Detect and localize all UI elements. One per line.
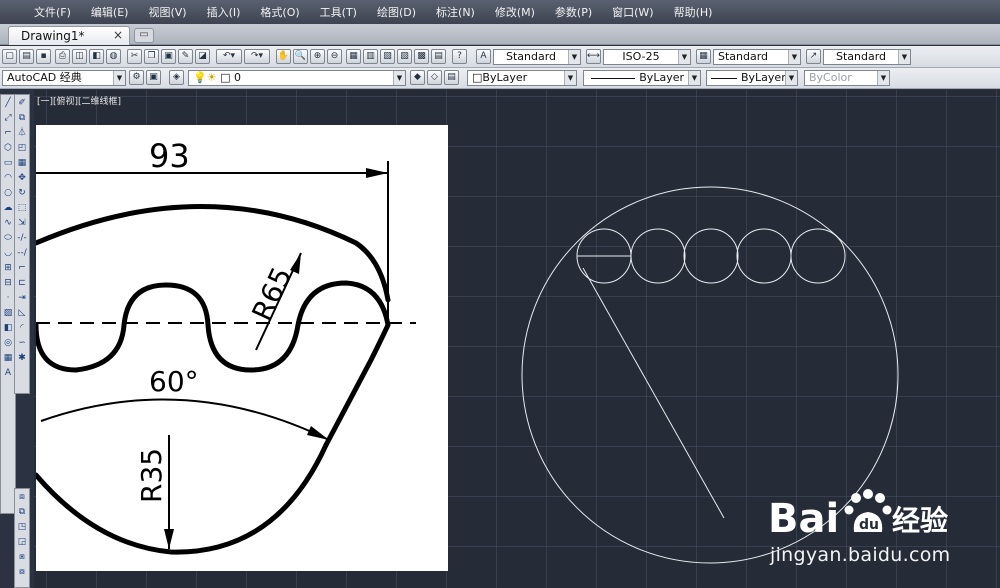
small-circle-3[interactable] [683, 228, 739, 284]
svg-text:du: du [859, 517, 879, 533]
diagonal-construction-line[interactable] [582, 267, 725, 519]
baidu-jingyan-logo: Bai du 经验 [768, 489, 948, 542]
jingyan-logo-text: 经验 [892, 504, 948, 537]
small-circle-4[interactable] [736, 228, 792, 284]
small-circle-2[interactable] [630, 228, 686, 284]
watermark-url: jingyan.baidu.com [770, 544, 951, 566]
paw-icon: du [844, 489, 892, 533]
baidu-logo-text: Bai [768, 496, 839, 542]
small-circle-5[interactable] [790, 228, 846, 284]
